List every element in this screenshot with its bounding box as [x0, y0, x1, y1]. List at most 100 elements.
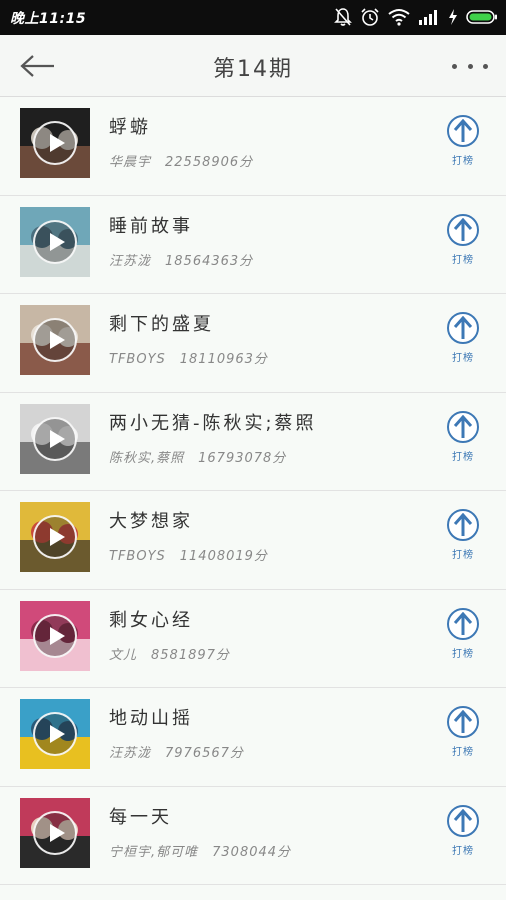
song-row[interactable]: 大梦想家 TFBOYS 11408019分 打榜	[0, 491, 506, 590]
battery-icon	[466, 10, 497, 24]
vote-circle	[447, 607, 479, 640]
song-title[interactable]: 剩女心经	[109, 606, 193, 632]
vote-button[interactable]: 打榜	[446, 213, 480, 266]
play-button[interactable]	[33, 712, 77, 756]
page-title: 第14期	[213, 57, 293, 82]
song-row[interactable]: 每一天 宁桓宇,郁可唯 7308044分 打榜	[0, 786, 506, 885]
vote-circle	[447, 706, 479, 738]
song-meta: 汪苏泷 7976567分	[109, 742, 244, 761]
song-score: 22558906分	[165, 155, 254, 170]
play-button[interactable]	[33, 219, 77, 264]
song-title[interactable]: 每一天	[109, 803, 172, 829]
play-button[interactable]	[33, 810, 77, 855]
song-row[interactable]: 两小无猜-陈秋实;蔡照 陈秋实,蔡照 16793078分 打榜	[0, 392, 506, 491]
play-icon	[49, 331, 65, 349]
song-title[interactable]: 睡前故事	[109, 212, 193, 238]
vote-label: 打榜	[452, 156, 474, 167]
song-row[interactable]: 剩下的盛夏 TFBOYS 18110963分 打榜	[0, 294, 506, 393]
play-button[interactable]	[33, 121, 77, 165]
vote-button[interactable]: 打榜	[446, 312, 480, 364]
play-icon	[49, 429, 65, 448]
vote-label: 打榜	[452, 648, 474, 660]
album-cover[interactable]	[20, 108, 90, 178]
song-meta: 汪苏泷 18564363分	[109, 250, 253, 269]
song-score: 7976567分	[165, 746, 244, 761]
song-title[interactable]: 剩下的盛夏	[109, 310, 214, 336]
song-meta: 文儿 8581897分	[109, 644, 230, 663]
song-artist: TFBOYS	[109, 352, 166, 367]
song-title[interactable]: 蜉蝣	[109, 113, 151, 139]
arrow-up-icon	[453, 808, 473, 832]
song-meta: 宁桓宇,郁可唯 7308044分	[109, 841, 291, 860]
more-dot-icon	[452, 63, 457, 69]
play-icon	[49, 232, 65, 251]
vote-circle	[447, 804, 479, 837]
vote-label: 打榜	[452, 254, 474, 266]
play-button[interactable]	[33, 416, 77, 461]
play-icon	[49, 134, 65, 152]
song-artist: 文儿	[109, 647, 138, 663]
vote-circle	[447, 410, 479, 443]
album-cover[interactable]	[20, 206, 90, 277]
album-cover[interactable]	[20, 797, 90, 868]
arrow-up-icon	[453, 414, 473, 438]
song-row[interactable]: 睡前故事 汪苏泷 18564363分 打榜	[0, 195, 506, 294]
song-artist: 宁桓宇,郁可唯	[109, 844, 199, 860]
song-artist: TFBOYS	[109, 549, 166, 564]
more-options-button[interactable]	[452, 55, 488, 77]
status-time: 晚上11:15	[10, 11, 87, 27]
song-title[interactable]: 两小无猜-陈秋实;蔡照	[109, 409, 317, 435]
arrow-up-icon	[453, 710, 473, 733]
song-meta: TFBOYS 18110963分	[109, 348, 268, 367]
vote-button[interactable]: 打榜	[446, 804, 480, 857]
album-cover[interactable]	[20, 305, 90, 375]
song-score: 16793078分	[198, 450, 287, 466]
vote-circle	[447, 312, 479, 344]
song-score: 7308044分	[212, 844, 292, 860]
song-title[interactable]: 大梦想家	[109, 507, 193, 533]
signal-icon	[419, 10, 437, 25]
song-row[interactable]: 地动山摇 汪苏泷 7976567分 打榜	[0, 688, 506, 787]
play-icon	[49, 626, 65, 645]
song-meta: TFBOYS 11408019分	[109, 545, 268, 564]
play-button[interactable]	[33, 515, 77, 559]
vote-button[interactable]: 打榜	[446, 607, 480, 660]
song-artist: 汪苏泷	[109, 253, 152, 269]
arrow-up-icon	[453, 611, 473, 635]
song-meta: 华晨宇 22558906分	[109, 151, 253, 170]
album-cover[interactable]	[20, 502, 90, 572]
arrow-up-icon	[453, 316, 473, 339]
arrow-up-icon	[453, 217, 473, 241]
more-dot-icon	[483, 63, 488, 69]
vote-circle	[447, 213, 479, 246]
vote-button[interactable]: 打榜	[446, 509, 480, 561]
song-title[interactable]: 地动山摇	[109, 704, 193, 730]
vote-button[interactable]: 打榜	[446, 115, 480, 167]
status-bar: 晚上11:15	[0, 0, 506, 35]
album-cover[interactable]	[20, 699, 90, 769]
vote-label: 打榜	[452, 353, 474, 364]
song-row[interactable]: 剩女心经 文儿 8581897分 打榜	[0, 589, 506, 688]
vote-circle	[447, 509, 479, 541]
arrow-up-icon	[453, 119, 473, 142]
play-icon	[49, 725, 65, 743]
vote-label: 打榜	[452, 845, 474, 857]
play-icon	[49, 528, 65, 546]
song-artist: 汪苏泷	[109, 746, 152, 761]
play-button[interactable]	[33, 613, 77, 658]
album-cover[interactable]	[20, 600, 90, 671]
play-button[interactable]	[33, 318, 77, 362]
song-row[interactable]: 蜉蝣 华晨宇 22558906分 打榜	[0, 97, 506, 196]
alarm-icon	[361, 8, 379, 26]
song-score: 18110963分	[179, 352, 268, 367]
chart-song-list: 蜉蝣 华晨宇 22558906分 打榜 睡前故事 汪苏泷 18564363分 打…	[0, 97, 506, 885]
vote-button[interactable]: 打榜	[446, 410, 480, 463]
vote-circle	[447, 115, 479, 147]
song-score: 8581897分	[151, 647, 230, 663]
song-score: 11408019分	[179, 549, 268, 564]
album-cover[interactable]	[20, 403, 90, 474]
arrow-up-icon	[453, 513, 473, 536]
vote-button[interactable]: 打榜	[446, 706, 480, 758]
charging-icon	[449, 9, 457, 25]
song-meta: 陈秋实,蔡照 16793078分	[109, 447, 286, 466]
